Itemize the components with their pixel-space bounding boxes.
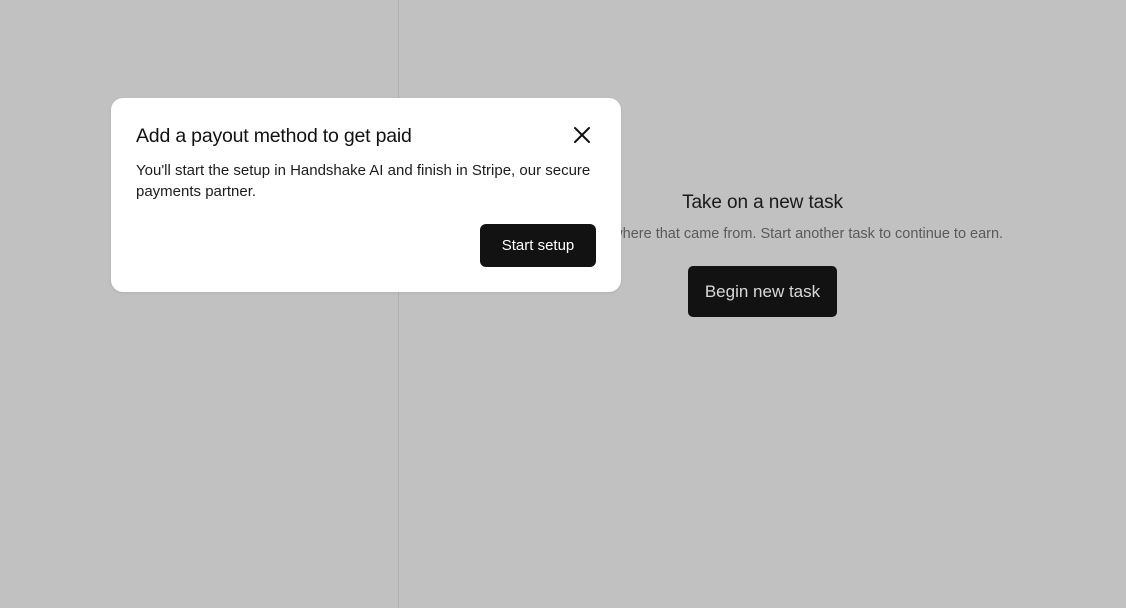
begin-new-task-button[interactable]: Begin new task [687,266,838,317]
app-background: Take on a new task Keep earning where th… [0,0,1126,608]
dialog-title: Add a payout method to get paid [136,125,412,147]
payout-method-dialog: Add a payout method to get paid You'll s… [111,98,621,292]
dialog-body-text: You'll start the setup in Handshake AI a… [136,162,591,200]
start-setup-button[interactable]: Start setup [480,224,596,267]
right-pane: Take on a new task Keep earning where th… [399,0,1126,608]
left-pane [0,0,398,608]
close-button[interactable] [571,124,593,146]
close-icon [571,124,593,146]
